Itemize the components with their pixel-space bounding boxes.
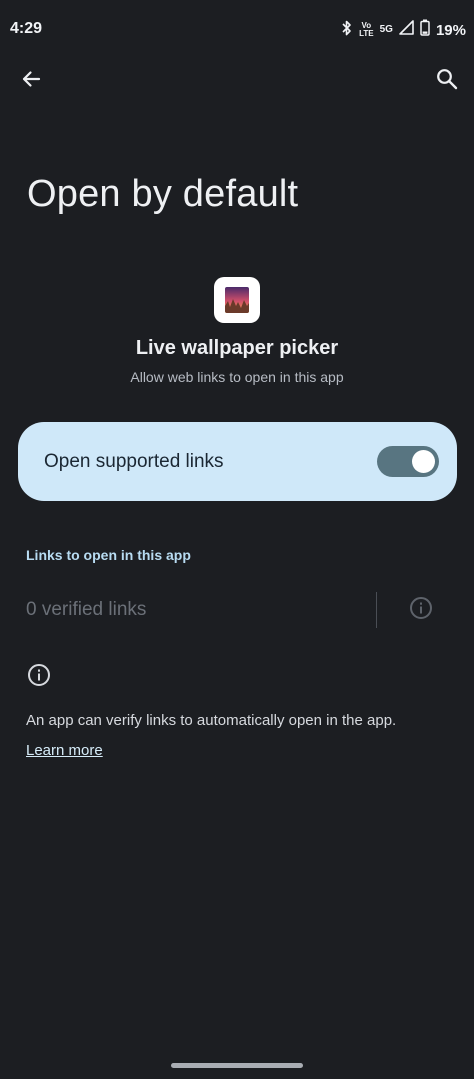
app-name: Live wallpaper picker [135, 337, 339, 359]
info-icon [27, 663, 51, 687]
toggle-switch[interactable] [377, 446, 439, 477]
info-icon [409, 596, 433, 625]
wallpaper-picker-icon [225, 287, 249, 313]
switch-thumb [412, 450, 435, 473]
volte-label-bottom: LTE [359, 29, 374, 38]
open-supported-links-toggle[interactable]: Open supported links [18, 422, 457, 501]
app-subtitle: Allow web links to open in this app [130, 369, 344, 385]
signal-icon [399, 20, 414, 40]
back-arrow-icon [21, 69, 41, 94]
verified-links-info-button[interactable] [408, 596, 434, 625]
section-label: Links to open in this app [26, 547, 191, 563]
back-button[interactable] [9, 59, 53, 103]
battery-icon [420, 19, 430, 41]
app-icon [214, 277, 260, 323]
verified-links-text: 0 verified links [26, 599, 147, 620]
learn-more-link[interactable]: Learn more [26, 742, 103, 759]
status-time: 4:29 [10, 20, 43, 37]
row-divider [376, 592, 377, 628]
status-bar: 4:29 Vo LTE 5G 19% [0, 0, 474, 60]
verified-links-row: 0 verified links [0, 590, 474, 630]
settings-screen: 4:29 Vo LTE 5G 19% Open by default Live … [0, 0, 474, 1079]
volte-icon: Vo LTE [359, 22, 374, 38]
search-button[interactable] [425, 59, 469, 103]
page-title: Open by default [27, 173, 299, 215]
status-icons: Vo LTE 5G 19% [341, 19, 466, 41]
battery-percent: 19% [435, 21, 466, 39]
search-icon [436, 68, 458, 95]
5g-icon: 5G [379, 24, 393, 35]
toggle-label: Open supported links [44, 451, 224, 472]
footer-info-text: An app can verify links to automatically… [26, 712, 397, 729]
navigation-handle[interactable] [171, 1063, 303, 1068]
bluetooth-icon [341, 20, 353, 41]
